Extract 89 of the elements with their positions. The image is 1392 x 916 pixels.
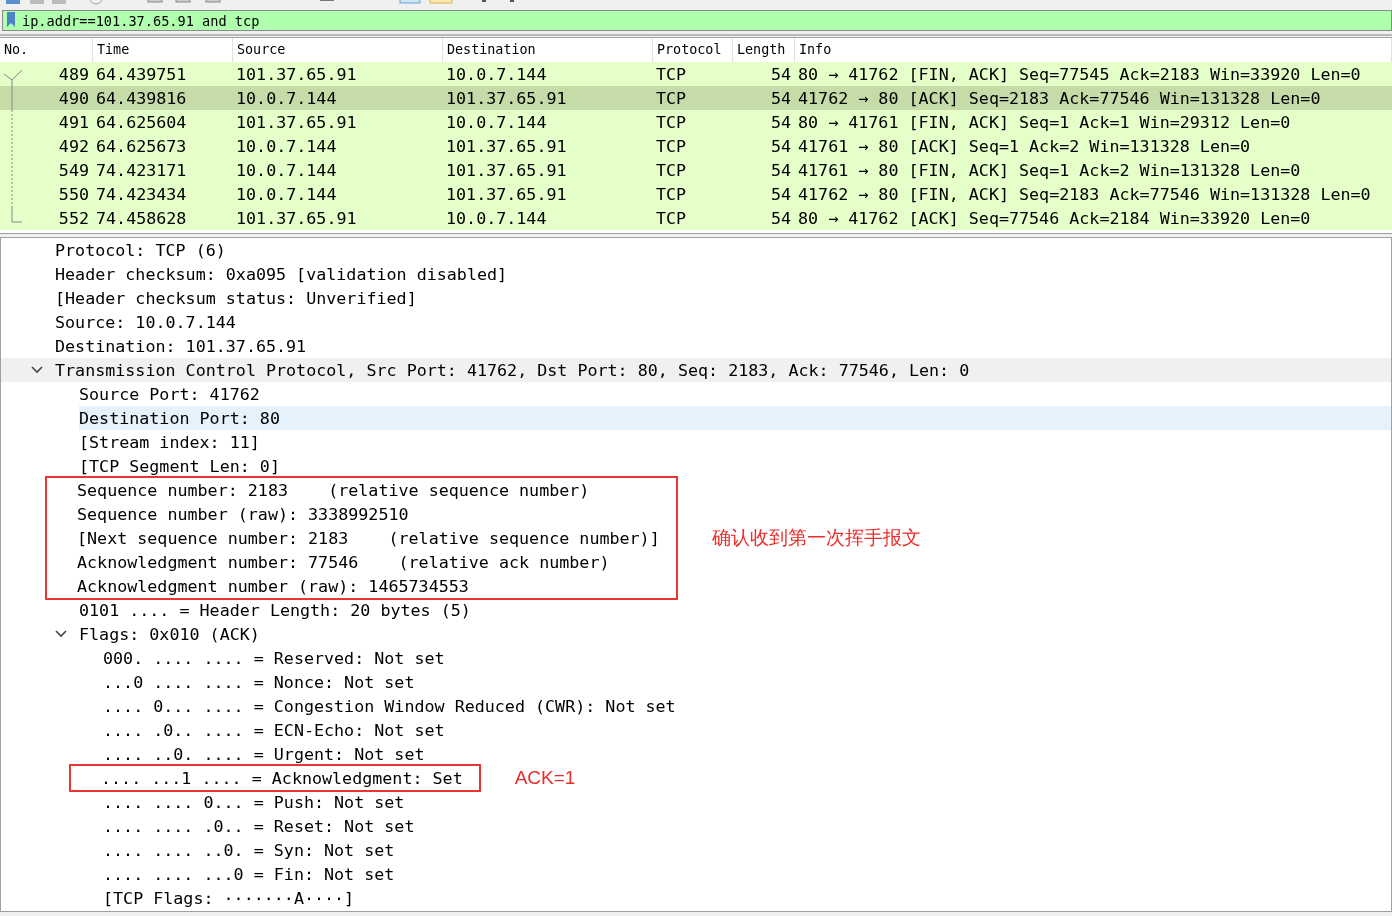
table-cell-text: 490 [57,88,90,108]
field-tree-item[interactable]: Header checksum: 0xa095 [validation disabled] [55,262,1391,286]
table-cell-text: 489 [57,64,90,84]
field-tree-item[interactable]: .... ..0. .... = Urgent: Not set [103,742,1391,766]
packet-row[interactable]: 550 74.423434 10.0.7.144 101.37.65.91 TCP 54 41762 → 80 [FIN, ACK] Seq=2183 Ack=77546 Win=131328 Len=0 [0,182,1392,206]
table-cell-text: 101.37.65.91 [235,112,358,132]
table-cell-text: TCP [655,184,688,204]
table-cell-text: TCP [655,64,688,84]
field-tree-item[interactable]: Sequence number (raw): 3338992510 [77,502,409,526]
table-cell-text: 10.0.7.144 [235,184,338,204]
table-cell-text: 10.0.7.144 [445,64,548,84]
table-cell-text: 101.37.65.91 [445,88,568,108]
field-tree-item[interactable]: Source Port: 41762 [79,382,1391,406]
table-cell-text: 10.0.7.144 [235,88,338,108]
table-cell-text: TCP [655,160,688,180]
table-cell-text: 10.0.7.144 [445,112,548,132]
field-tree-item[interactable]: Destination Port: 80 [79,406,1391,430]
field-tree-item[interactable]: .... ...1 .... = Acknowledgment: Set [101,766,463,790]
table-cell-text: 54 [769,88,792,108]
table-cell-text: 54 [769,184,792,204]
chevron-down-icon[interactable] [31,365,43,375]
field-tree-item[interactable]: [Stream index: 11] [79,430,1391,454]
table-cell-text: 101.37.65.91 [445,184,568,204]
field-tree-item[interactable]: Flags: 0x010 (ACK) [79,622,1391,646]
table-cell-text: 64.439751 [95,64,188,84]
table-cell-text: 492 [57,136,90,156]
field-tree-item[interactable]: Destination: 101.37.65.91 [55,334,1391,358]
field-tree-item[interactable]: [TCP Segment Len: 0] [79,454,1391,478]
table-cell-text: 101.37.65.91 [445,160,568,180]
table-cell-text: 80 → 41762 [FIN, ACK] Seq=77545 Ack=2183 Win=33920 Len=0 [797,64,1362,84]
table-cell-text: 54 [769,64,792,84]
table-cell-text: 10.0.7.144 [235,160,338,180]
table-cell-text: 54 [769,112,792,132]
table-cell-text: TCP [655,208,688,228]
packet-row[interactable]: 552 74.458628 101.37.65.91 10.0.7.144 TCP 54 80 → 41762 [ACK] Seq=77546 Ack=2184 Win=33920 Len=0 [0,206,1392,230]
bookmark-icon[interactable] [6,12,16,27]
annotation-text: ACK=1 [514,767,576,789]
field-tree-item[interactable]: .... .0.. .... = ECN-Echo: Not set [103,718,1391,742]
table-cell-text: 41761 → 80 [ACK] Seq=1 Ack=2 Win=131328 Len=0 [797,136,1252,156]
field-tree-item[interactable]: [Header checksum status: Unverified] [55,286,1391,310]
table-cell-text: 101.37.65.91 [445,136,568,156]
table-cell-text: 64.439816 [95,88,188,108]
table-cell-text: 549 [57,160,90,180]
table-cell-text: 74.458628 [95,208,188,228]
field-tree-item[interactable]: Acknowledgment number: 77546 (relative ack number) [77,550,610,574]
packet-row[interactable]: 490 64.439816 10.0.7.144 101.37.65.91 TCP 54 41762 → 80 [ACK] Seq=2183 Ack=77546 Win=131328 Len=0 [0,86,1392,110]
field-tree-item[interactable]: .... .... .0.. = Reset: Not set [103,814,1391,838]
table-cell-text: 74.423434 [95,184,188,204]
table-cell-text: 41761 → 80 [FIN, ACK] Seq=1 Ack=2 Win=131328 Len=0 [797,160,1302,180]
field-tree-item[interactable]: 0101 .... = Header Length: 20 bytes (5) [79,598,1391,622]
table-cell-text: 80 → 41761 [FIN, ACK] Seq=1 Ack=1 Win=29312 Len=0 [797,112,1292,132]
table-cell-text: 74.423171 [95,160,188,180]
annotation-text: 确认收到第一次挥手报文 [711,526,921,550]
field-tree-item[interactable]: Acknowledgment number (raw): 1465734553 [77,574,469,598]
field-tree-item[interactable]: .... .... 0... = Push: Not set [103,790,1391,814]
table-cell-text: 54 [769,136,792,156]
packet-row[interactable]: 549 74.423171 10.0.7.144 101.37.65.91 TCP 54 41761 → 80 [FIN, ACK] Seq=1 Ack=2 Win=131328 Len=0 [0,158,1392,182]
table-cell-text: 64.625673 [95,136,188,156]
table-cell-text: 550 [57,184,90,204]
field-tree-item[interactable]: [TCP Flags: ·······A····] [103,886,1391,910]
table-cell-text: 10.0.7.144 [445,208,548,228]
packet-row[interactable]: 489 64.439751 101.37.65.91 10.0.7.144 TCP 54 80 → 41762 [FIN, ACK] Seq=77545 Ack=2183 Win=33920 Len=0 [0,62,1392,86]
field-tree-item[interactable]: [Next sequence number: 2183 (relative sequence number)] [77,526,660,550]
field-tree-item[interactable]: ...0 .... .... = Nonce: Not set [103,670,1391,694]
table-cell-text: TCP [655,136,688,156]
field-tree-item[interactable]: Protocol: TCP (6) [55,238,1391,262]
table-cell-text: 64.625604 [95,112,188,132]
table-cell-text: 41762 → 80 [ACK] Seq=2183 Ack=77546 Win=131328 Len=0 [797,88,1322,108]
table-cell-text: 80 → 41762 [ACK] Seq=77546 Ack=2184 Win=33920 Len=0 [797,208,1312,228]
field-tree-item[interactable]: .... .... ...0 = Fin: Not set [103,862,1391,886]
table-cell-text: 41762 → 80 [FIN, ACK] Seq=2183 Ack=77546 Win=131328 Len=0 [797,184,1372,204]
table-cell-text: 54 [769,208,792,228]
field-tree-item[interactable]: .... 0... .... = Congestion Window Reduced (CWR): Not set [103,694,1391,718]
table-cell-text: 552 [57,208,90,228]
field-tree-item[interactable]: Sequence number: 2183 (relative sequence number) [77,478,590,502]
field-tree-item[interactable]: Source: 10.0.7.144 [55,310,1391,334]
table-cell-text: 10.0.7.144 [235,136,338,156]
table-cell-text: 101.37.65.91 [235,64,358,84]
table-cell-text: TCP [655,88,688,108]
field-tree-item[interactable]: 000. .... .... = Reserved: Not set [103,646,1391,670]
packet-row[interactable]: 491 64.625604 101.37.65.91 10.0.7.144 TCP 54 80 → 41761 [FIN, ACK] Seq=1 Ack=1 Win=29312 Len=0 [0,110,1392,134]
field-tree-item[interactable]: .... .... ..0. = Syn: Not set [103,838,1391,862]
display-filter-field[interactable]: ip.addr==101.37.65.91 and tcp [2,10,1392,31]
table-cell-text: 54 [769,160,792,180]
chevron-down-icon[interactable] [55,629,67,639]
packet-row[interactable]: 492 64.625673 10.0.7.144 101.37.65.91 TCP 54 41761 → 80 [ACK] Seq=1 Ack=2 Win=131328 Len=0 [0,134,1392,158]
table-cell-text: TCP [655,112,688,132]
table-cell-text: 101.37.65.91 [235,208,358,228]
table-cell-text: 491 [57,112,90,132]
